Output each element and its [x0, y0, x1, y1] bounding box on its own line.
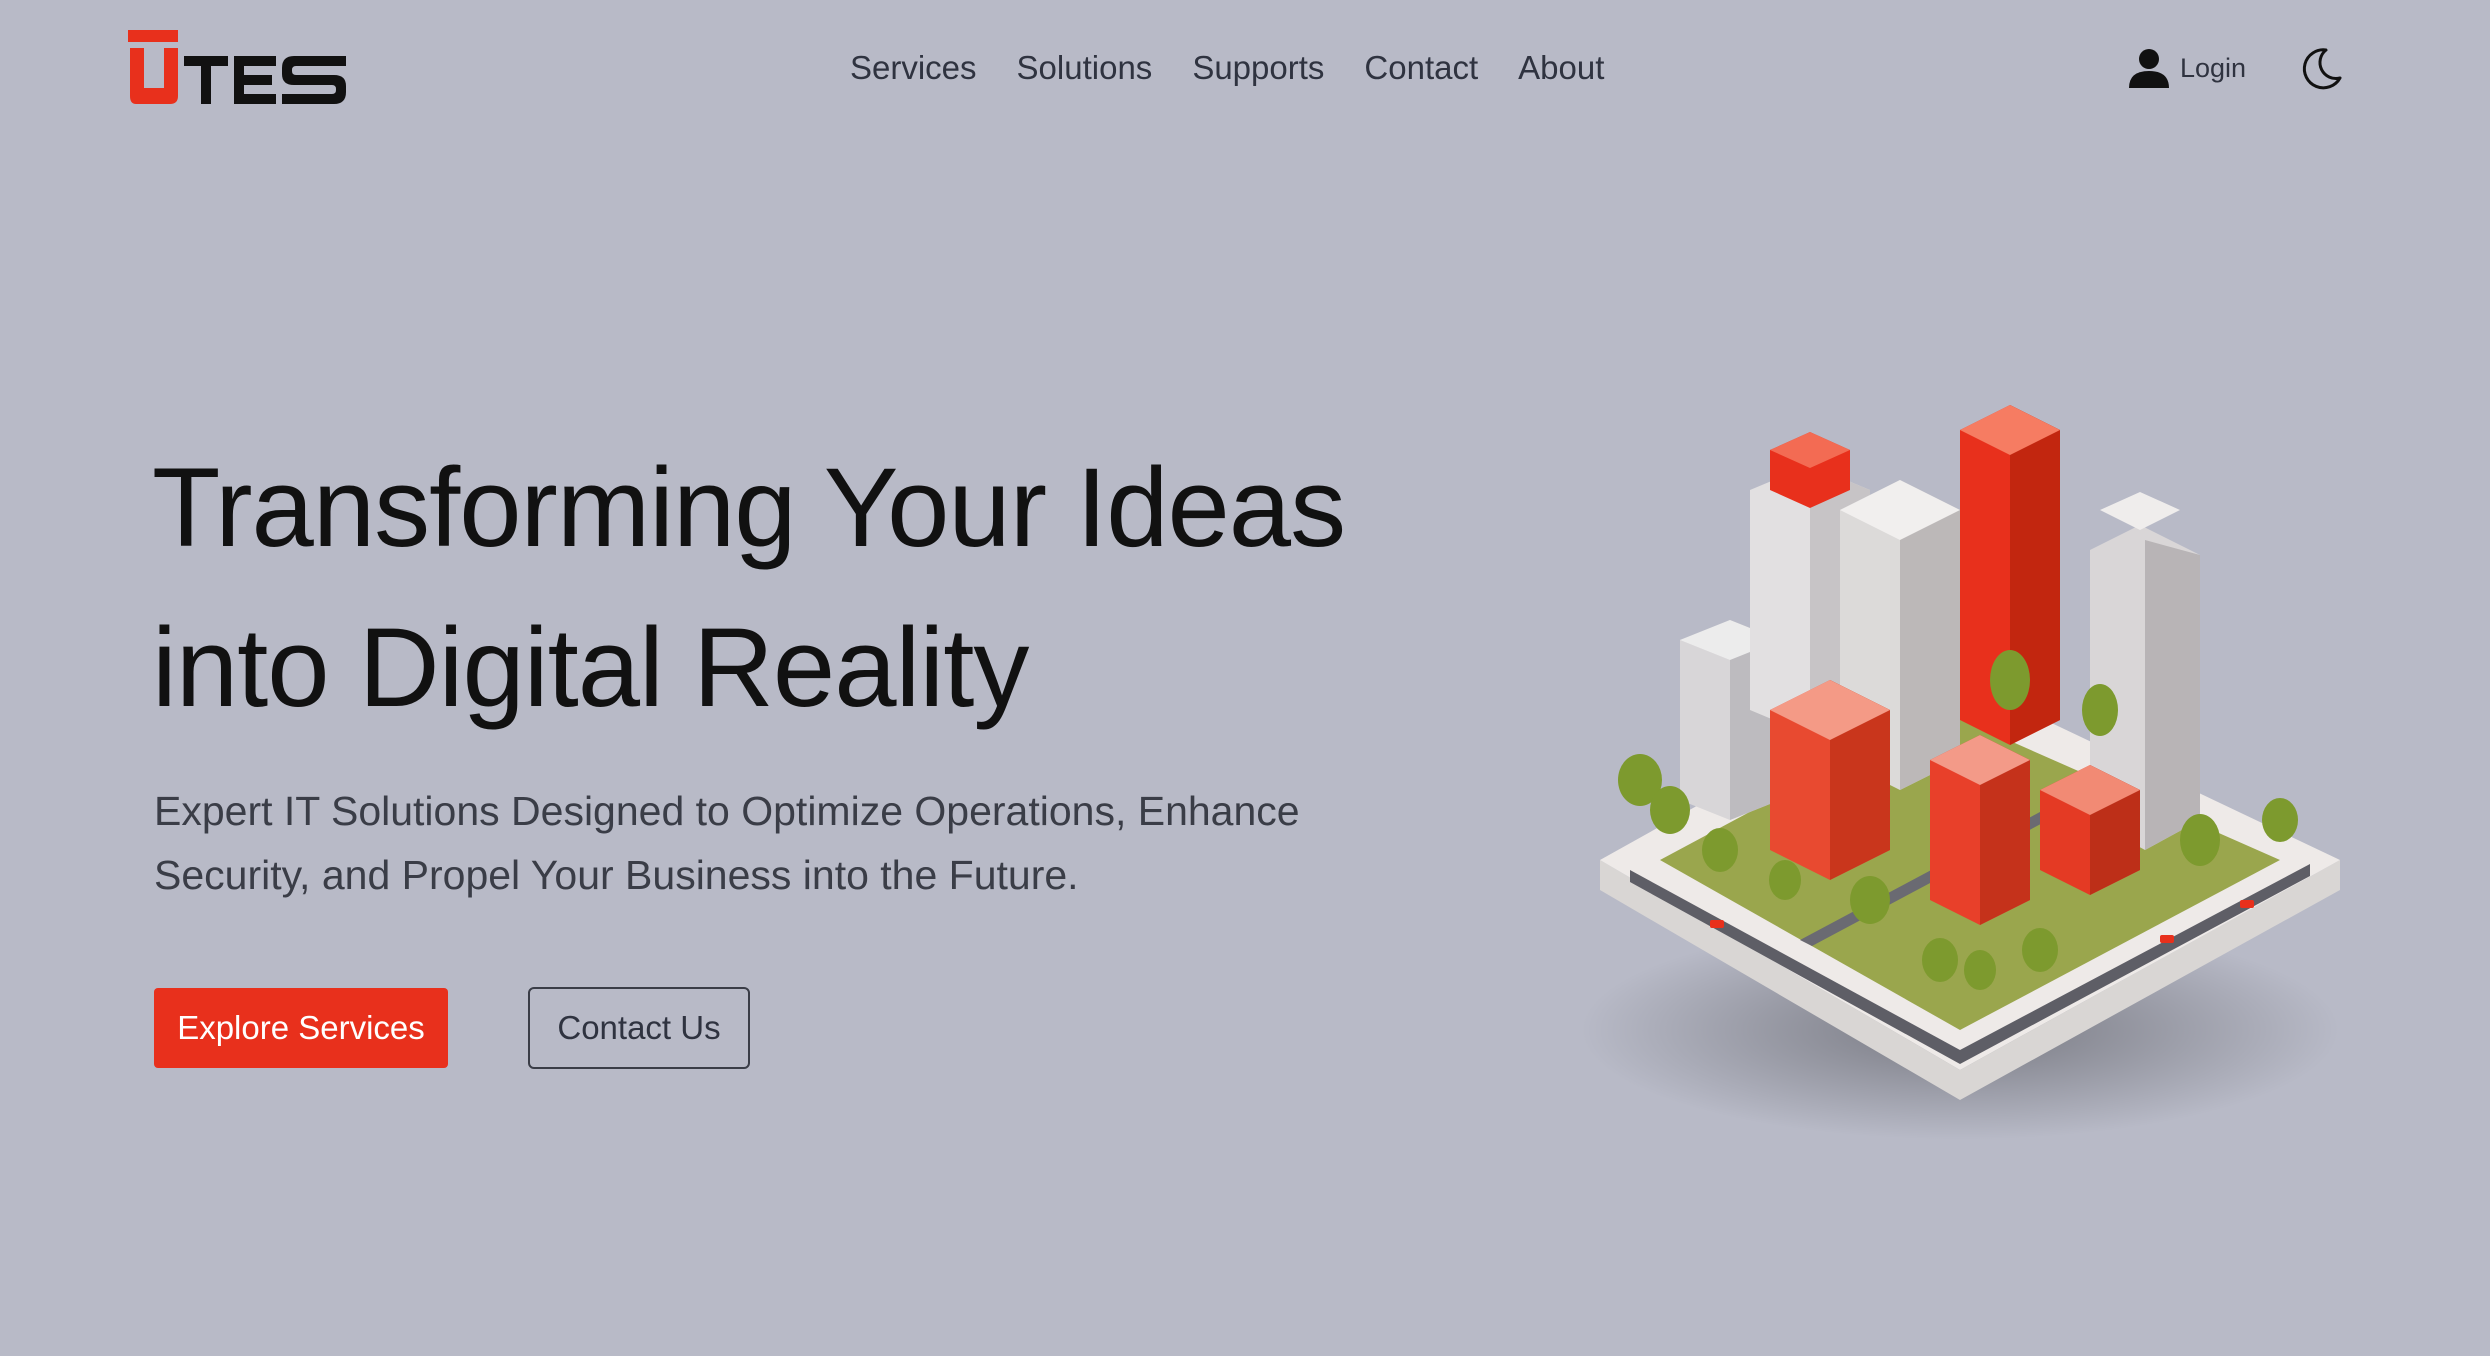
contact-us-button[interactable]: Contact Us	[528, 987, 750, 1069]
hero-subtitle-line-1: Expert IT Solutions Designed to Optimize…	[154, 788, 1300, 834]
hero-title-line-1: Transforming Your Ideas	[152, 445, 1346, 570]
utes-logo-graphic	[128, 30, 346, 104]
isometric-city-illustration	[1580, 405, 2340, 1140]
explore-services-button[interactable]: Explore Services	[154, 988, 448, 1068]
nav-item-solutions[interactable]: Solutions	[1017, 49, 1153, 87]
login-label: Login	[2180, 52, 2247, 83]
hero-title-line-2: into Digital Reality	[152, 605, 1029, 730]
hero-title: Transforming Your Ideas into Digital Rea…	[152, 428, 1452, 748]
nav-item-about[interactable]: About	[1518, 49, 1604, 87]
site-header: Services Solutions Supports Contact Abou…	[0, 0, 2490, 140]
main-nav: Services Solutions Supports Contact Abou…	[850, 44, 1604, 92]
nav-item-contact[interactable]: Contact	[1364, 49, 1478, 87]
nav-item-supports[interactable]: Supports	[1192, 49, 1324, 87]
theme-toggle-button[interactable]	[2296, 44, 2344, 92]
hero-subtitle-line-2: Security, and Propel Your Business into …	[154, 852, 1079, 898]
nav-item-services[interactable]: Services	[850, 49, 977, 87]
brand-logo[interactable]	[128, 30, 350, 106]
moon-icon	[2302, 48, 2342, 90]
login-button[interactable]: Login	[2128, 44, 2246, 92]
hero-subtitle: Expert IT Solutions Designed to Optimize…	[154, 779, 1354, 907]
user-icon	[2129, 49, 2169, 88]
